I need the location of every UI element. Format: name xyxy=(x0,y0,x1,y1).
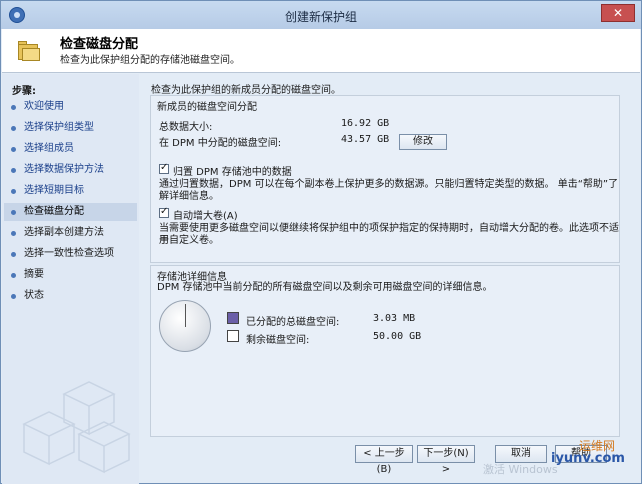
sidebar-item-replica-method[interactable]: 选择副本创建方法 xyxy=(4,224,137,242)
colocate-checkbox[interactable] xyxy=(159,162,169,174)
free-swatch xyxy=(227,330,239,342)
sidebar-item-status[interactable]: 状态 xyxy=(4,287,137,305)
bullet-icon xyxy=(11,252,16,257)
colocate-desc-line2: 解详细信息。 xyxy=(159,191,219,202)
watermark: 运维网 iyunv.com 激活 Windows xyxy=(481,435,641,483)
page-title: 检查磁盘分配 xyxy=(60,37,139,52)
autogrow-desc-line1: 当需要使用更多磁盘空间以便继续将保护组中的项保护指定的保持期时，自动增大分配的卷… xyxy=(159,223,619,246)
bullet-icon xyxy=(11,126,16,131)
main-intro: 检查为此保护组的新成员分配的磁盘空间。 xyxy=(151,85,341,96)
dpm-alloc-label: 在 DPM 中分配的磁盘空间: xyxy=(159,138,282,149)
disk-usage-pie xyxy=(159,300,211,352)
folder-icon xyxy=(18,41,40,61)
bullet-icon xyxy=(11,210,16,215)
close-button[interactable]: ✕ xyxy=(601,4,635,22)
allocated-value: 3.03 MB xyxy=(373,313,416,324)
steps-sidebar: 步骤: 欢迎使用 选择保护组类型 选择组成员 选择数据保护方法 选择短期目标 检… xyxy=(2,74,139,484)
bullet-icon xyxy=(11,231,16,236)
colocate-label[interactable]: 归置 DPM 存储池中的数据 xyxy=(173,163,292,178)
total-size-value: 16.92 GB xyxy=(341,118,390,129)
modify-button[interactable]: 修改 xyxy=(399,134,447,150)
dialog-window: 创建新保护组 ✕ 检查磁盘分配 检查为此保护组分配的存储池磁盘空间。 步骤: 欢… xyxy=(0,0,642,484)
sidebar-item-consistency-check[interactable]: 选择一致性检查选项 xyxy=(4,245,137,263)
wizard-header: 检查磁盘分配 检查为此保护组分配的存储池磁盘空间。 xyxy=(2,29,640,73)
decorative-cubes-icon xyxy=(22,381,131,474)
autogrow-label[interactable]: 自动增大卷(A) xyxy=(173,207,238,222)
bullet-icon xyxy=(11,294,16,299)
bullet-icon xyxy=(11,189,16,194)
window-title: 创建新保护组 xyxy=(284,10,357,24)
sidebar-item-summary[interactable]: 摘要 xyxy=(4,266,137,284)
sidebar-item-disk-allocation[interactable]: 检查磁盘分配 xyxy=(4,203,137,221)
storage-pool-desc: DPM 存储池中当前分配的所有磁盘空间以及剩余可用磁盘空间的详细信息。 xyxy=(157,282,493,293)
storage-pool-group: 存储池详细信息 DPM 存储池中当前分配的所有磁盘空间以及剩余可用磁盘空间的详细… xyxy=(150,265,620,437)
steps-title: 步骤: xyxy=(12,86,36,97)
new-members-group: 新成员的磁盘空间分配 总数据大小: 16.92 GB 在 DPM 中分配的磁盘空… xyxy=(150,95,620,263)
bullet-icon xyxy=(11,273,16,278)
sidebar-item-group-members[interactable]: 选择组成员 xyxy=(4,140,137,158)
free-label: 剩余磁盘空间: xyxy=(246,335,310,346)
sidebar-item-short-term-goals[interactable]: 选择短期目标 xyxy=(4,182,137,200)
sidebar-item-welcome[interactable]: 欢迎使用 xyxy=(4,98,137,116)
watermark-text-3: 激活 Windows xyxy=(483,463,558,476)
bullet-icon xyxy=(11,147,16,152)
bullet-icon xyxy=(11,168,16,173)
bullet-icon xyxy=(11,105,16,110)
colocate-desc-line1: 通过归置数据，DPM 可以在每个副本卷上保护更多的数据源。只能归置特定类型的数据… xyxy=(159,179,619,190)
close-icon: ✕ xyxy=(612,6,624,20)
allocated-swatch xyxy=(227,312,239,324)
back-button[interactable]: < 上一步(B) xyxy=(355,445,413,475)
new-members-group-label: 新成员的磁盘空间分配 xyxy=(157,102,257,113)
allocated-label: 已分配的总磁盘空间: xyxy=(246,317,340,328)
total-size-label: 总数据大小: xyxy=(159,122,213,133)
sidebar-item-protection-method[interactable]: 选择数据保护方法 xyxy=(4,161,137,179)
storage-pool-group-label: 存储池详细信息 xyxy=(157,272,227,283)
free-value: 50.00 GB xyxy=(373,331,422,342)
next-button[interactable]: 下一步(N) > xyxy=(417,445,475,475)
autogrow-desc-line2: 于自定义卷。 xyxy=(159,235,219,246)
main-panel: 检查为此保护组的新成员分配的磁盘空间。 新成员的磁盘空间分配 总数据大小: 16… xyxy=(145,81,629,441)
autogrow-checkbox[interactable] xyxy=(159,206,169,218)
sidebar-item-group-type[interactable]: 选择保护组类型 xyxy=(4,119,137,137)
dpm-alloc-value: 43.57 GB xyxy=(341,134,390,145)
watermark-text-2: iyunv.com xyxy=(551,451,625,466)
page-subtitle: 检查为此保护组分配的存储池磁盘空间。 xyxy=(60,55,240,66)
title-bar[interactable]: 创建新保护组 ✕ xyxy=(1,1,641,29)
